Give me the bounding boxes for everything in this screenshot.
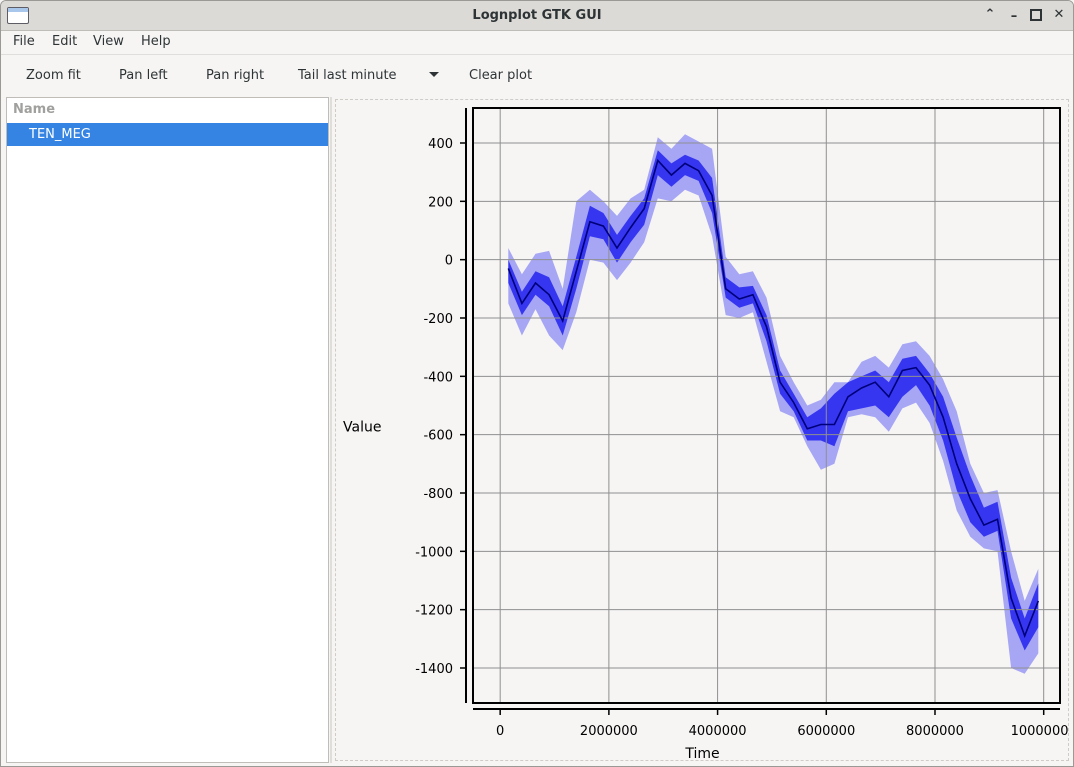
- close-icon[interactable]: ✕: [1051, 7, 1067, 23]
- clear-plot-button[interactable]: Clear plot: [469, 68, 532, 83]
- y-tick-label: -1000: [415, 545, 453, 560]
- signal-list[interactable]: Name TEN_MEG: [6, 97, 329, 763]
- menu-view[interactable]: View: [93, 34, 124, 49]
- toolbar: Zoom fit Pan left Pan right Tail last mi…: [1, 55, 1073, 95]
- y-tick-label: -800: [423, 487, 453, 502]
- x-tick-label: 0: [496, 724, 504, 739]
- menu-file[interactable]: File: [13, 34, 35, 49]
- maximize-icon[interactable]: [1028, 7, 1044, 23]
- y-tick-label: -600: [423, 429, 453, 444]
- plot-background: [473, 108, 1060, 703]
- x-tick-label: 10000000: [1011, 724, 1068, 739]
- x-tick-label: 4000000: [689, 724, 747, 739]
- y-tick-label: 0: [445, 254, 453, 269]
- chevron-up-icon[interactable]: ⌃: [982, 7, 998, 23]
- pane-divider[interactable]: [330, 97, 332, 763]
- app-window: Lognplot GTK GUI ⌃ – ✕ File Edit View He…: [0, 0, 1074, 767]
- y-tick-label: 400: [428, 137, 453, 152]
- plot-area[interactable]: 400 200 0 -200 -400 -600 -800 -1000 -1200 -1400 0 2…: [335, 99, 1073, 762]
- tail-last-minute-button[interactable]: Tail last minute: [298, 68, 397, 83]
- pan-left-button[interactable]: Pan left: [119, 68, 168, 83]
- x-tick-label: 6000000: [797, 724, 855, 739]
- menu-bar: File Edit View Help: [1, 31, 1073, 55]
- y-tick-label: -200: [423, 312, 453, 327]
- title-bar[interactable]: Lognplot GTK GUI ⌃ – ✕: [1, 1, 1073, 31]
- list-item[interactable]: TEN_MEG: [7, 123, 328, 146]
- zoom-fit-button[interactable]: Zoom fit: [26, 68, 81, 83]
- x-tick-label: 8000000: [906, 724, 964, 739]
- name-column-header[interactable]: Name: [13, 102, 55, 117]
- y-tick-label: 200: [428, 195, 453, 210]
- signal-name: TEN_MEG: [29, 127, 91, 142]
- y-axis-label: Value: [343, 420, 381, 436]
- chart[interactable]: 400 200 0 -200 -400 -600 -800 -1000 -1200 -1400 0 2…: [336, 100, 1073, 762]
- menu-help[interactable]: Help: [141, 34, 171, 49]
- x-tick-label: 2000000: [580, 724, 638, 739]
- menu-edit[interactable]: Edit: [52, 34, 77, 49]
- minimize-icon[interactable]: –: [1006, 9, 1022, 25]
- window-title: Lognplot GTK GUI: [472, 8, 602, 23]
- pan-right-button[interactable]: Pan right: [206, 68, 264, 83]
- y-tick-label: -1200: [415, 604, 453, 619]
- chevron-down-icon[interactable]: [429, 72, 439, 77]
- x-axis-label: Time: [684, 746, 719, 760]
- y-tick-label: -1400: [415, 662, 453, 677]
- y-tick-label: -400: [423, 370, 453, 385]
